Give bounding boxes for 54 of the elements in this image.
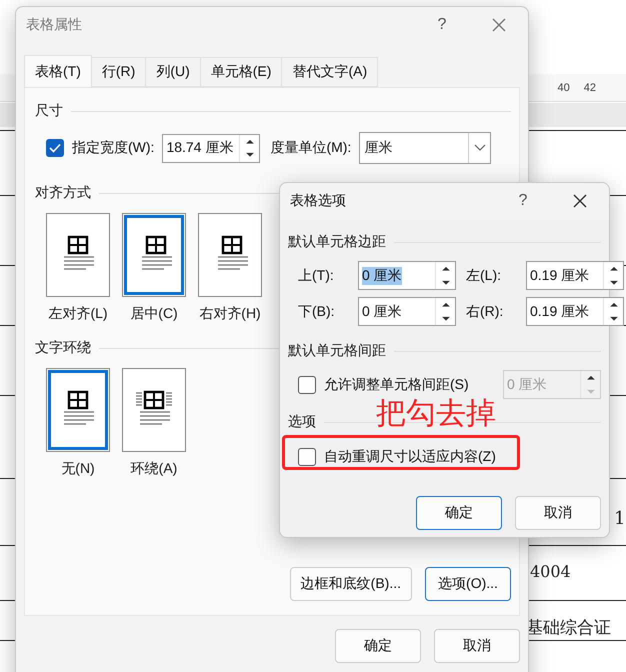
window-title: 表格选项 xyxy=(290,192,347,210)
document-text: 4004 xyxy=(530,562,571,581)
tab[interactable]: 单元格(E) xyxy=(200,57,282,87)
option-label: 环绕(A) xyxy=(130,460,178,478)
cancel-button[interactable]: 取消 xyxy=(515,496,601,530)
section-heading: 选项 xyxy=(288,413,316,431)
ruler-number: 42 xyxy=(584,82,596,94)
margin-field[interactable]: 0 厘米 xyxy=(358,261,456,290)
tab[interactable]: 列(U) xyxy=(145,57,201,87)
dialog-button[interactable]: 边框和底纹(B)... xyxy=(290,567,412,601)
section-heading: 默认单元格边距 xyxy=(288,233,386,251)
tab[interactable]: 行(R) xyxy=(90,57,146,87)
layout-option[interactable] xyxy=(122,368,186,452)
checkbox[interactable] xyxy=(46,139,64,157)
help-button[interactable]: ? xyxy=(495,192,551,210)
section-heading: 文字环绕 xyxy=(35,339,91,357)
section-heading: 默认单元格间距 xyxy=(288,342,386,360)
dialog-button[interactable]: 选项(O)... xyxy=(425,567,511,601)
field-label: 下(B): xyxy=(298,302,336,320)
tab[interactable]: 替代文字(A) xyxy=(281,57,378,87)
ruler-number: 40 xyxy=(558,82,570,94)
section-heading: 尺寸 xyxy=(35,102,63,120)
field-label: 度量单位(M): xyxy=(270,139,352,157)
checkbox[interactable] xyxy=(298,448,316,466)
option-label: 居中(C) xyxy=(130,305,178,323)
option-label: 无(N) xyxy=(61,460,95,478)
unit-dropdown[interactable]: 厘米 xyxy=(359,132,492,164)
margin-field[interactable]: 0.19 厘米 xyxy=(526,261,624,290)
field-label: 左(L): xyxy=(466,266,502,284)
ok-button[interactable]: 确定 xyxy=(335,629,421,663)
layout-option[interactable] xyxy=(46,368,110,452)
layout-option[interactable] xyxy=(46,213,110,297)
option-label: 右对齐(H) xyxy=(199,305,261,323)
width-field[interactable]: 18.74 厘米 xyxy=(162,134,260,162)
checkbox-label: 指定宽度(W): xyxy=(72,139,154,157)
field-label: 上(T): xyxy=(298,266,335,284)
window-title: 表格属性 xyxy=(26,16,83,34)
layout-option[interactable] xyxy=(122,213,186,297)
layout-option[interactable] xyxy=(198,213,262,297)
chevron-down-icon xyxy=(474,144,486,152)
margin-field[interactable]: 0.19 厘米 xyxy=(526,297,624,326)
document-text: 1 xyxy=(614,508,626,529)
cancel-button[interactable]: 取消 xyxy=(434,629,520,663)
section-heading: 对齐方式 xyxy=(35,184,91,202)
option-label: 左对齐(L) xyxy=(48,305,108,323)
tab[interactable]: 表格(T) xyxy=(24,55,92,87)
field-label: 右(R): xyxy=(466,302,504,320)
help-button[interactable]: ? xyxy=(414,16,470,34)
annotation-text: 把勾去掉 xyxy=(376,396,496,432)
checkbox-label: 自动重调尺寸以适应内容(Z) xyxy=(324,448,496,466)
check-icon xyxy=(49,143,61,153)
checkbox-label: 允许调整单元格间距(S) xyxy=(324,376,469,394)
ok-button[interactable]: 确定 xyxy=(416,496,502,530)
margin-field[interactable]: 0 厘米 xyxy=(358,297,456,326)
